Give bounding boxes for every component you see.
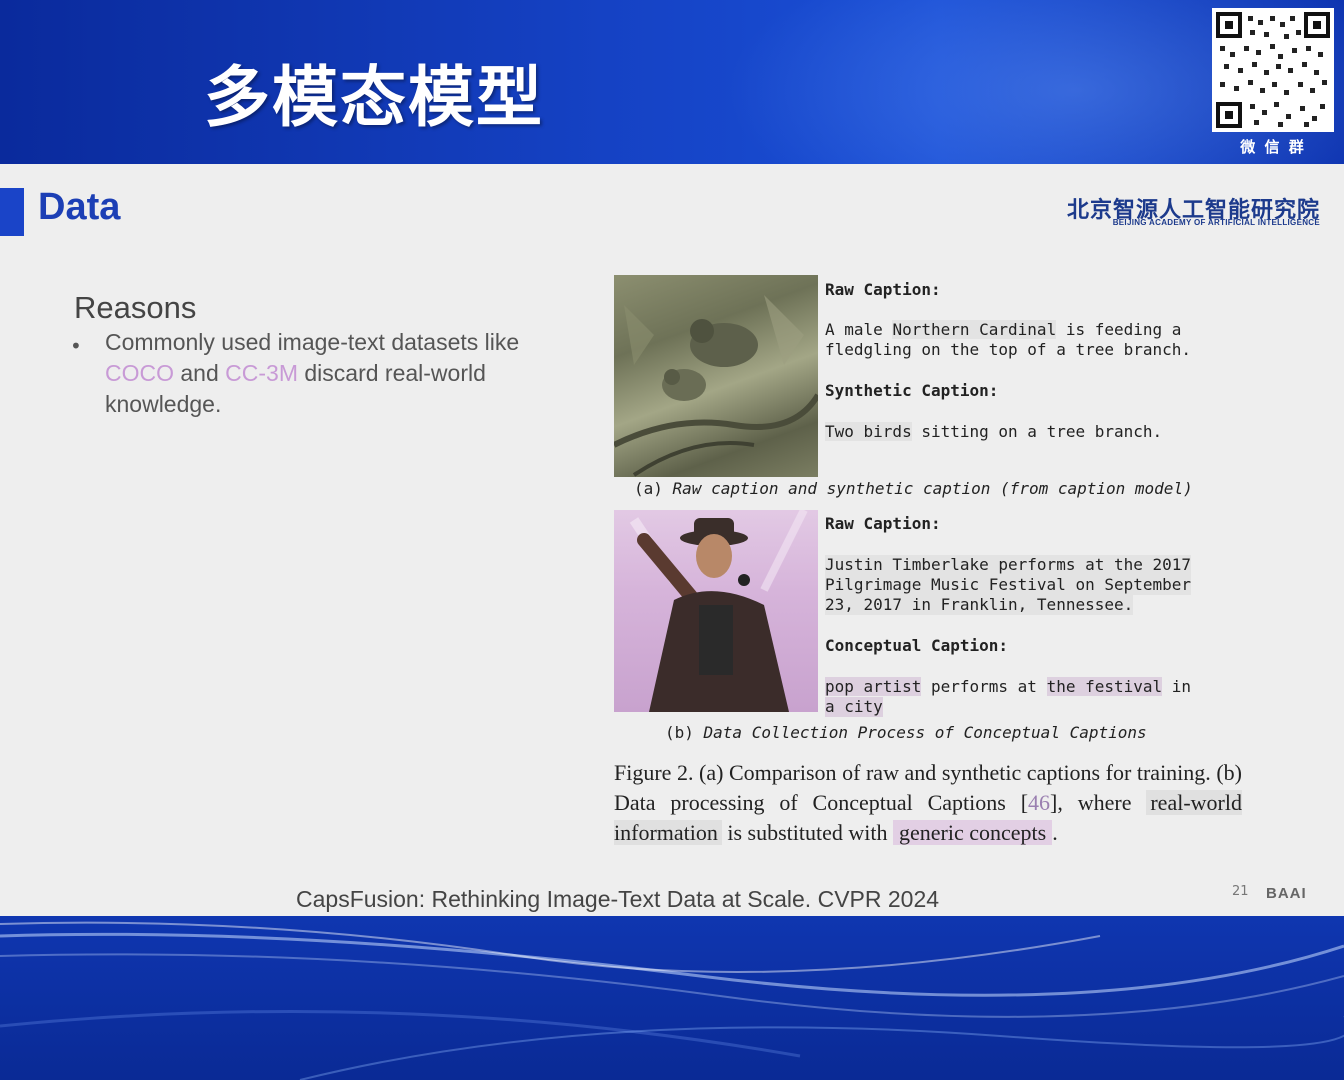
caption-text: , where — [1057, 790, 1147, 815]
slide-title: Data — [38, 186, 121, 228]
top-banner: 多模态模型 微 信 群 — [0, 0, 1344, 164]
fig-a-raw-label: Raw Caption: — [825, 280, 941, 299]
fig-a-subcaption: (a) Raw caption and synthetic caption (f… — [634, 479, 1193, 498]
fig-b-subcaption: (b) Data Collection Process of Conceptua… — [665, 723, 1147, 742]
performer-illustration — [629, 510, 808, 712]
citation-link: 46 — [1028, 790, 1051, 815]
baai-logo: BAAI — [1266, 885, 1307, 902]
bullet-marker: • — [70, 334, 82, 358]
fig-a-synthetic-line: Two birds sitting on a tree branch. — [825, 422, 1162, 442]
qr-code-pattern — [1214, 10, 1332, 130]
fig-b-raw-line1: Justin Timberlake performs at the 2017 — [825, 555, 1192, 575]
subcaption-prefix: (b) — [665, 723, 704, 742]
qr-caption: 微 信 群 — [1240, 138, 1306, 156]
caption-text: performs at — [921, 677, 1047, 696]
subcaption-prefix: (a) — [634, 479, 673, 498]
fig-b-raw-label: Raw Caption: — [825, 514, 941, 533]
fig-a-raw-line1: A male Northern Cardinal is feeding a — [825, 320, 1181, 340]
bird-photo — [614, 275, 818, 477]
page-number: 21 — [1232, 884, 1249, 899]
caption-text: in — [1162, 677, 1192, 696]
fig-b-raw-line2: Pilgrimage Music Festival on September — [825, 575, 1192, 595]
bottom-background — [0, 916, 1344, 1080]
fig-b-conceptual-label: Conceptual Caption: — [825, 636, 1009, 655]
highlighted-phrase: pop artist — [825, 677, 922, 696]
performer-photo — [614, 510, 818, 712]
coco-highlight: COCO — [105, 360, 174, 386]
banner-title: 多模态模型 — [204, 59, 544, 136]
caption-text: . — [1052, 820, 1058, 845]
slide: Data 北京智源人工智能研究院 BEIJING ACADEMY OF ARTI… — [0, 164, 1344, 916]
figure-caption: Figure 2. (a) Comparison of raw and synt… — [614, 758, 1242, 848]
reasons-bullet-text: Commonly used image-text datasets like C… — [105, 327, 535, 420]
caption-text: sitting on a tree branch. — [911, 422, 1163, 441]
highlighted-phrase: Northern Cardinal — [892, 320, 1057, 339]
highlighted-phrase: Two birds — [825, 422, 912, 441]
qr-code-image — [1212, 8, 1334, 132]
fig-b-conceptual-line2: a city — [825, 697, 883, 717]
light-streaks — [0, 921, 1344, 1080]
caption-text: is substituted with — [721, 820, 893, 845]
fig-a-raw-line2: fledgling on the top of a tree branch. — [825, 340, 1192, 359]
cc3m-highlight: CC-3M — [225, 360, 298, 386]
subcaption-text: Raw caption and synthetic caption (from … — [672, 479, 1193, 498]
caption-text: A male — [825, 320, 893, 339]
institution-name-en: BEIJING ACADEMY OF ARTIFICIAL INTELLIGEN… — [1112, 218, 1320, 227]
generic-concepts-highlight: generic concepts — [893, 820, 1053, 845]
reasons-text-part: Commonly used image-text datasets like — [105, 329, 520, 355]
fig-a-synthetic-label: Synthetic Caption: — [825, 381, 999, 400]
citation-bracket: [ — [1020, 790, 1029, 815]
bird-illustration — [614, 295, 818, 477]
title-accent-bar — [0, 188, 24, 236]
caption-text: is feeding a — [1056, 320, 1182, 339]
reasons-text-part: and — [174, 360, 226, 386]
footer-reference: CapsFusion: Rethinking Image-Text Data a… — [296, 886, 940, 912]
fig-b-conceptual-line1: pop artist performs at the festival in — [825, 677, 1191, 697]
fig-b-raw-line3: 23, 2017 in Franklin, Tennessee. — [825, 595, 1134, 615]
reasons-heading: Reasons — [74, 290, 197, 325]
highlighted-phrase: the festival — [1046, 677, 1163, 696]
subcaption-text: Data Collection Process of Conceptual Ca… — [703, 723, 1147, 742]
